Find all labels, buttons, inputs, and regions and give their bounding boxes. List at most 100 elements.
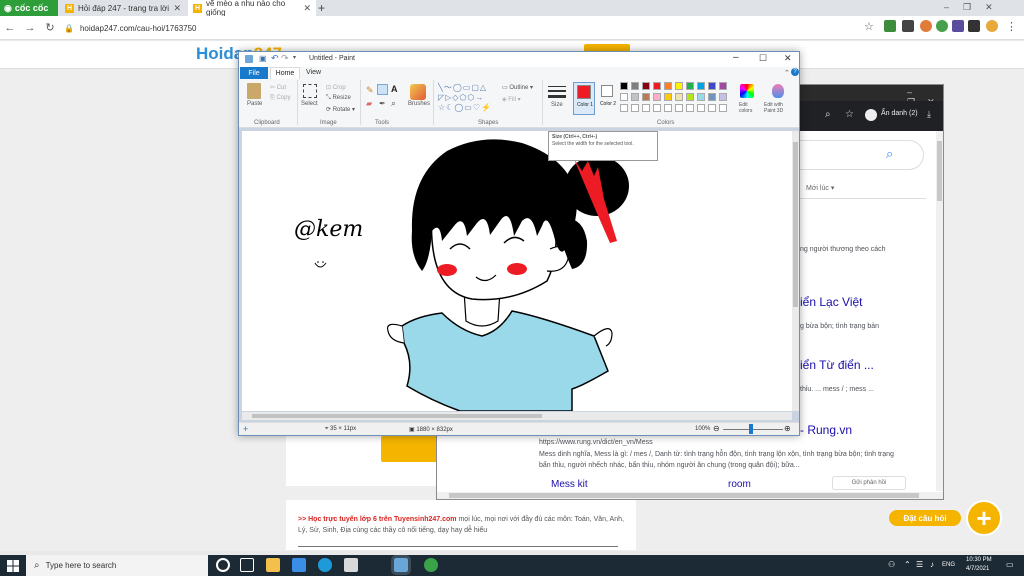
puzzle-icon[interactable] — [968, 20, 980, 32]
extension-icon[interactable] — [884, 20, 896, 32]
rotate-button[interactable]: ⟳ Rotate ▾ — [326, 106, 355, 113]
palette-swatch[interactable] — [675, 93, 683, 101]
palette-swatch-empty[interactable] — [719, 104, 727, 112]
extension-icon[interactable] — [936, 20, 948, 32]
fill-bucket-icon[interactable] — [377, 84, 388, 95]
store-icon[interactable] — [344, 558, 358, 572]
download-icon[interactable]: ⤓ — [927, 109, 931, 120]
palette-swatch[interactable] — [708, 93, 716, 101]
palette-swatch[interactable] — [697, 82, 705, 90]
close-icon[interactable]: ✕ — [784, 53, 792, 64]
cortana-icon[interactable] — [216, 558, 230, 572]
language-indicator[interactable]: ENG — [942, 562, 955, 568]
tab-question[interactable]: H vẽ mèo a nhu nào cho giống ✕ — [188, 0, 316, 17]
palette-swatch[interactable] — [620, 82, 628, 90]
palette-swatch-empty[interactable] — [620, 104, 628, 112]
zoom-slider[interactable] — [723, 429, 783, 430]
palette-swatch[interactable] — [719, 93, 727, 101]
palette-swatch[interactable] — [642, 82, 650, 90]
size-button[interactable]: Size — [551, 102, 563, 108]
download-icon[interactable] — [902, 20, 914, 32]
eraser-icon[interactable]: ▰ — [366, 99, 372, 108]
outline-dropdown[interactable]: ▭ Outline ▾ — [502, 84, 533, 91]
zoom-in-icon[interactable]: ⊕ — [784, 424, 791, 433]
restore-icon[interactable]: ❐ — [963, 2, 985, 12]
fill-dropdown[interactable]: ◈ Fill ▾ — [502, 96, 521, 103]
bookmark-star-icon[interactable]: ☆ — [864, 20, 874, 33]
color2-button[interactable]: Color 2 — [598, 82, 618, 115]
palette-swatch[interactable] — [675, 82, 683, 90]
close-icon[interactable]: ✕ — [303, 3, 311, 14]
palette-swatch[interactable] — [664, 93, 672, 101]
palette-swatch[interactable] — [642, 93, 650, 101]
tab-home[interactable]: Home — [270, 67, 300, 79]
edit-colors-button[interactable]: Edit colors — [739, 102, 757, 114]
palette-swatch[interactable] — [620, 93, 628, 101]
chevron-up-icon[interactable]: ⌃ — [904, 560, 911, 569]
palette-swatch[interactable] — [653, 93, 661, 101]
redo-icon[interactable]: ↷ — [281, 53, 289, 64]
new-tab-icon[interactable]: + — [318, 1, 325, 15]
feedback-button[interactable]: Gửi phản hồi — [832, 476, 906, 490]
result-title[interactable]: - Rung.vn — [800, 423, 852, 437]
taskbar-search[interactable]: ⌕ Type here to search — [26, 555, 208, 576]
canvas-vscroll-thumb[interactable] — [793, 142, 798, 307]
zoom-icon[interactable]: ⌕ — [825, 109, 831, 120]
brushes-button[interactable]: Brushes — [408, 101, 430, 107]
volume-icon[interactable]: ♪ — [930, 560, 934, 569]
answer-button[interactable] — [381, 436, 441, 462]
edit-with-paint3d-button[interactable]: Edit with Paint 3D — [764, 102, 792, 114]
result-title[interactable]: iển Từ điển ... — [800, 358, 874, 372]
crop-button[interactable]: ⊡ Crop — [326, 84, 346, 91]
search-input[interactable]: ⌕ — [800, 140, 924, 170]
select-icon[interactable] — [303, 84, 317, 98]
palette-swatch-empty[interactable] — [642, 104, 650, 112]
edit-colors-icon[interactable] — [740, 84, 754, 98]
drawing-canvas[interactable]: @kem — [242, 131, 792, 411]
resize-button[interactable]: ⤡ Resize — [326, 95, 351, 102]
tab-view[interactable]: View — [306, 69, 321, 76]
zoom-out-icon[interactable]: ⊖ — [713, 424, 720, 433]
brush-icon[interactable] — [410, 84, 426, 100]
mail-icon[interactable] — [292, 558, 306, 572]
promo-link[interactable]: >> Học trực tuyến lớp 6 trên Tuyensinh24… — [298, 516, 457, 523]
wifi-icon[interactable]: ☰ — [916, 560, 923, 569]
edge-icon[interactable] — [318, 558, 332, 572]
ask-question-button[interactable]: + — [966, 500, 1002, 536]
extension-icon[interactable] — [952, 20, 964, 32]
palette-swatch[interactable] — [664, 82, 672, 90]
forward-icon[interactable]: → — [20, 22, 40, 34]
tools-filter[interactable]: Mới lúc ▾ — [806, 184, 834, 192]
related-search[interactable]: Mess kit — [551, 479, 588, 490]
clock-time[interactable]: 10:30 PM — [966, 557, 992, 563]
text-icon[interactable]: A — [391, 84, 398, 94]
close-icon[interactable]: ✕ — [173, 3, 181, 14]
magnifier-icon[interactable]: ⌕ — [391, 98, 396, 109]
size-icon[interactable] — [548, 84, 566, 100]
maximize-icon[interactable]: ☐ — [759, 53, 767, 64]
search-icon[interactable]: ⌕ — [886, 146, 893, 162]
paint-taskbar-icon[interactable] — [391, 555, 411, 575]
paint3d-icon[interactable] — [772, 84, 784, 98]
shapes-gallery[interactable]: ╲〜◯▭▢△ ◸▷◇⬠⬡→ ☆☾◯▭♡⚡ — [438, 83, 496, 115]
result-title[interactable]: iển Lạc Việt — [800, 295, 863, 309]
palette-swatch-empty[interactable] — [631, 104, 639, 112]
collapse-ribbon-icon[interactable]: ⌃ — [784, 69, 790, 77]
minimize-icon[interactable]: – — [733, 52, 739, 63]
help-icon[interactable]: ? — [791, 68, 799, 76]
people-icon[interactable]: ⚇ — [888, 560, 895, 569]
coccoc-taskbar-icon[interactable] — [424, 558, 438, 572]
palette-swatch-empty[interactable] — [664, 104, 672, 112]
palette-swatch[interactable] — [719, 82, 727, 90]
file-menu[interactable]: File — [240, 67, 268, 79]
palette-swatch[interactable] — [631, 82, 639, 90]
menu-icon[interactable]: ⋮ — [1006, 20, 1017, 33]
task-view-icon[interactable] — [240, 558, 254, 572]
cut-button[interactable]: ✂ Cut — [270, 84, 286, 91]
zoom-slider-thumb[interactable] — [749, 424, 753, 434]
minimize-icon[interactable]: – — [944, 2, 963, 12]
palette-swatch[interactable] — [631, 93, 639, 101]
palette-swatch[interactable] — [686, 93, 694, 101]
start-button[interactable] — [0, 555, 26, 576]
search-hscroll[interactable] — [437, 492, 943, 499]
